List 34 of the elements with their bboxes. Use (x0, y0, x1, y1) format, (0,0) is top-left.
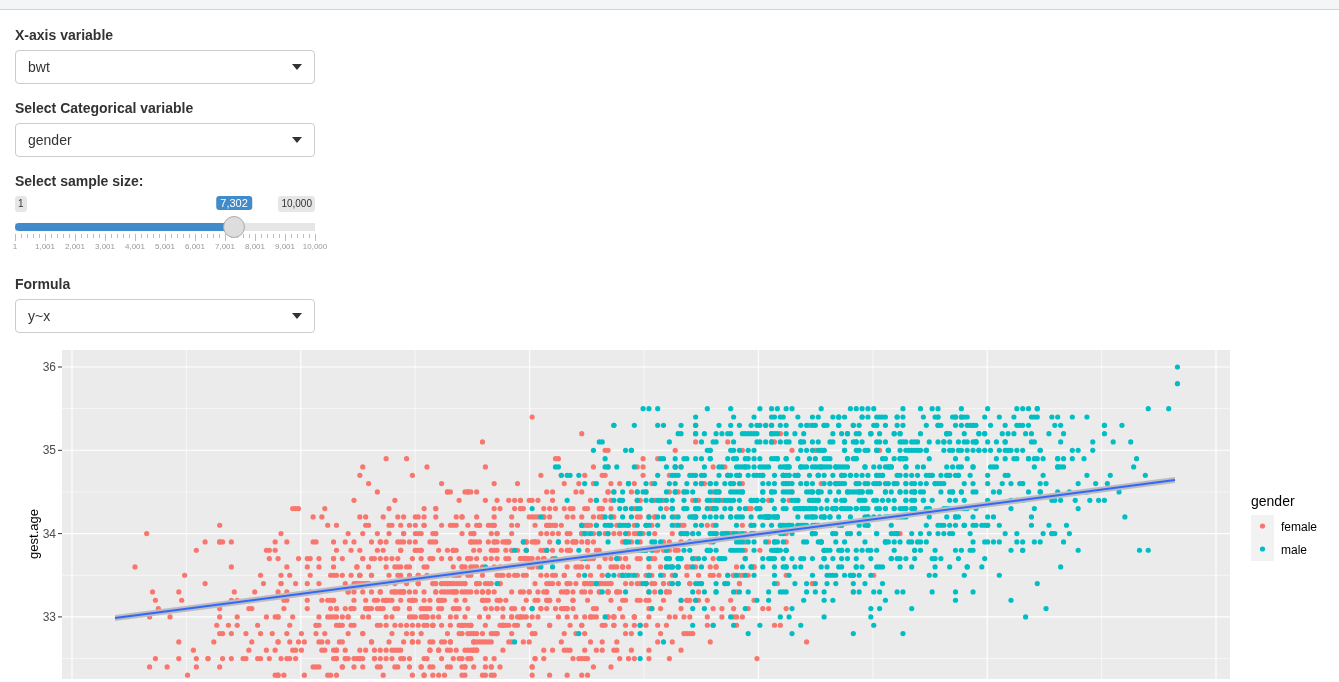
select-field[interactable]: bwt (15, 50, 315, 84)
caret-icon (292, 313, 302, 319)
field-label: X-axis variable (15, 27, 115, 43)
slider-handle[interactable] (223, 216, 246, 238)
field-label: Select Categorical variable (15, 100, 195, 116)
caret-icon (292, 64, 302, 70)
select-field[interactable]: gender (15, 123, 315, 157)
field-label: Formula (15, 276, 72, 292)
tick-label: 9,001 (275, 242, 295, 251)
min-label: 1 (15, 196, 27, 212)
tick-label: 7,001 (215, 242, 235, 251)
tick-label: 1,001 (35, 242, 55, 251)
legend-key-background (1251, 515, 1274, 561)
axis-tick-label: 33 (42, 609, 56, 624)
axis-tick-label: 34 (42, 526, 56, 541)
legend-label: female (1281, 520, 1318, 534)
tick-label: 3,001 (95, 242, 115, 251)
tick-label: 5,001 (155, 242, 175, 251)
caret-icon (292, 137, 302, 143)
axis-title: gest.age (26, 509, 41, 559)
tick-label: 10,000 (302, 242, 328, 251)
select-field[interactable]: y~x (15, 299, 315, 333)
axis-tick-label: 35 (42, 443, 56, 458)
value-label: 7,302 (216, 196, 252, 210)
max-label: 10,000 (278, 196, 315, 212)
tick-label: 6,001 (185, 242, 205, 251)
legend-title: gender (1251, 493, 1295, 509)
tick-label: 2,001 (65, 242, 85, 251)
tick-label: 8,001 (245, 242, 265, 251)
tick-label: 4,001 (125, 242, 145, 251)
legend-label: male (1281, 543, 1307, 557)
slider-label: Select sample size: (15, 173, 145, 189)
tick-label: 1 (12, 242, 18, 251)
axis-tick-label: 36 (42, 360, 56, 374)
